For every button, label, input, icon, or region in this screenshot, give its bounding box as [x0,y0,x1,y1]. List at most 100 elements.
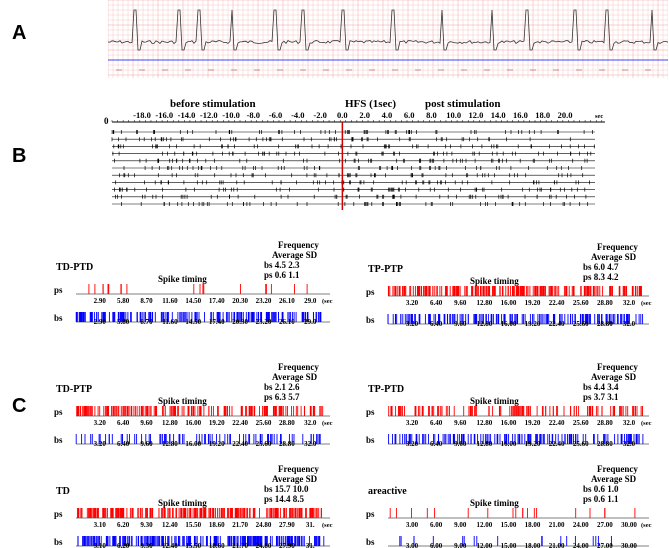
bs-tick-label: 25.60 [256,440,272,446]
ps-tick-label: 15.00 [501,521,517,529]
ps-tick-label: 24.00 [573,521,589,529]
bs-tick-label: 12.80 [476,320,492,326]
ps-sec-label: (sec [641,420,652,427]
ps-tick-label: 22.40 [232,419,248,427]
bs-frequency: bs 2.1 2.6 [264,382,300,392]
ps-row-label: ps [54,407,63,417]
ps-tick-label: 3.20 [406,299,419,307]
ps-tick-label: 16.00 [185,419,201,427]
bs-tick-label: 30.00 [621,542,637,548]
bs-tick-label: 22.40 [549,440,565,446]
subplot-td-ptd: TD-PTD Spike timing FrequencyAverage SDbs … [54,240,333,324]
bs-tick-label: 20.30 [232,318,248,324]
ps-tick-label: 28.80 [597,299,613,307]
frequency-title: Frequency [597,362,638,372]
raster-tick-label: 20.0 [558,110,573,120]
ps-tick-label: 3.00 [406,521,419,529]
subplot-td: TD Spike timing FrequencyAverage SDbs 15.7… [54,464,333,548]
bs-tick-label: 12.80 [162,440,178,446]
bs-tick-label: 27.00 [597,542,613,548]
bs-tick-label: 29.0 [304,318,317,324]
bs-tick-label: 32.0 [304,440,317,446]
ps-tick-label: 19.20 [525,419,541,427]
frequency-header: Average SD [272,474,318,484]
bs-tick-label: 15.00 [501,542,517,548]
subplot-tp-ptp: TP-PTP Spike timing FrequencyAverage SDbs … [366,242,652,326]
raster-tick-label: -14.0 [178,110,196,120]
bs-tick-label: 8.70 [140,318,153,324]
ps-tick-label: 25.60 [256,419,272,427]
panel-letter-c: C [12,395,27,417]
raster-tick-label: 4.0 [382,110,393,120]
bs-tick-label: 6.00 [430,542,443,548]
ps-tick-label: 12.80 [476,419,492,427]
bs-tick-label: 5.80 [117,318,130,324]
bs-tick-label: 9.60 [454,440,467,446]
subplot-title: TP-PTD [368,384,404,395]
raster-tick-label: 8.0 [426,110,437,120]
bs-tick-label: 12.80 [476,440,492,446]
subplot-areactive: areactive Spike timing FrequencyAverage SD… [366,464,652,548]
ps-tick-label: 22.40 [549,299,565,307]
ps-tick-label: 6.40 [430,419,443,427]
raster-tick-label: 18.0 [535,110,550,120]
ps-sec-label: (sec [322,522,333,529]
ps-tick-label: 21.70 [232,521,248,529]
ps-tick-label: 12.80 [162,419,178,427]
ps-tick-label: 6.40 [117,419,130,427]
ps-tick-label: 16.00 [501,419,517,427]
ps-tick-label: 23.20 [256,297,272,305]
frequency-header: Average SD [272,250,318,260]
ps-tick-label: 27.00 [597,521,613,529]
frequency-title: Frequency [278,464,319,474]
ps-tick-label: 28.80 [279,419,295,427]
ps-tick-label: 12.00 [476,521,492,529]
raster-tick-label: 14.0 [491,110,506,120]
bs-row-label: bs [366,435,375,445]
bs-tick-label: 19.20 [525,320,541,326]
bs-tick-label: 6.20 [117,542,130,548]
raster-tick-label: 0.0 [337,110,348,120]
ps-tick-label: 22.40 [549,419,565,427]
ps-tick-label: 9.60 [454,419,467,427]
ps-tick-label: 9.30 [140,521,153,529]
spike-timing-label: Spike timing [470,396,519,406]
ps-tick-label: 2.90 [94,297,107,305]
subplot-td-ptp: TD-PTP Spike timing FrequencyAverage SDbs … [54,362,333,446]
bs-tick-label: 16.00 [501,320,517,326]
bs-tick-label: 12.00 [476,542,492,548]
raster-tick-label: -12.0 [200,110,218,120]
ps-tick-label: 24.80 [256,521,272,529]
ps-tick-label: 28.80 [597,419,613,427]
ps-frequency: ps 0.6 1.1 [264,270,300,280]
ps-tick-label: 29.0 [304,297,317,305]
ps-tick-label: 32.0 [623,419,636,427]
ps-frequency: ps 14.4 8.5 [264,494,305,504]
ps-tick-label: 18.60 [209,521,225,529]
bs-tick-label: 21.70 [232,542,248,548]
bs-tick-label: 19.20 [525,440,541,446]
spike-timing-label: Spike timing [158,274,207,284]
raster-tick-label: 16.0 [513,110,528,120]
ps-sec-label: (sec [641,522,652,529]
spike-timing-label: Spike timing [470,498,519,508]
bs-tick-label: 32.0 [623,320,636,326]
raster-tick-label: -8.0 [247,110,260,120]
ps-tick-label: 15.50 [185,521,201,529]
frequency-header: Average SD [591,474,637,484]
frequency-title: Frequency [278,240,319,250]
frequency-header: Average SD [272,372,318,382]
ps-row-label: ps [366,287,375,297]
ps-tick-label: 12.40 [162,521,178,529]
bs-tick-label: 12.40 [162,542,178,548]
bs-row-label: bs [54,435,63,445]
frequency-header: Average SD [591,372,637,382]
ps-tick-label: 25.60 [573,419,589,427]
bs-tick-label: 2.90 [94,318,107,324]
ps-tick-label: 8.70 [140,297,153,305]
bs-tick-label: 28.80 [597,320,613,326]
bs-frequency: bs 0.6 1.0 [583,484,619,494]
subplot-title: TD-PTP [56,384,92,395]
ps-frequency: ps 0.6 1.1 [583,494,619,504]
ps-frequency: ps 6.3 5.7 [264,392,300,402]
